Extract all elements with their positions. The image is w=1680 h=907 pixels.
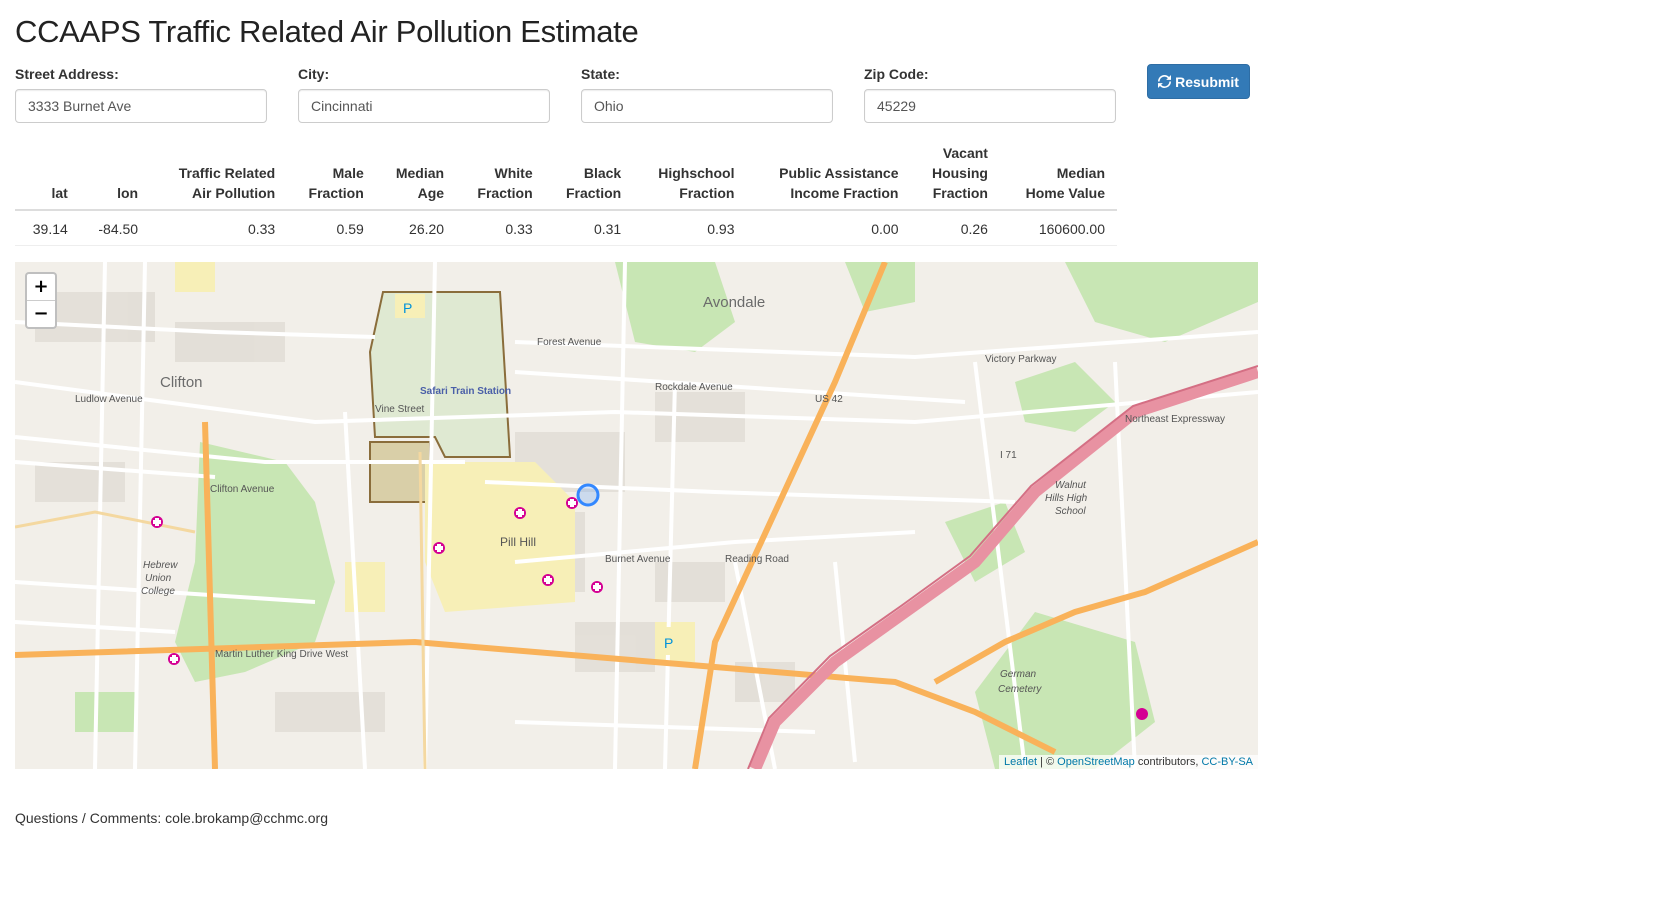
header-black-fraction: Black Fraction: [544, 143, 634, 211]
cell-highschool-fraction: 0.93: [633, 210, 747, 246]
header-lat: lat: [15, 143, 80, 211]
map-label-us42: US 42: [815, 394, 843, 405]
map-label-safari: Safari Train Station: [420, 386, 511, 397]
attribution-separator: | ©: [1037, 756, 1058, 768]
zoom-out-button[interactable]: −: [27, 301, 55, 327]
map-label-burnet: Burnet Avenue: [605, 554, 671, 565]
zip-label: Zip Code:: [864, 66, 929, 82]
zip-field: Zip Code:: [864, 66, 1116, 123]
page-title: CCAAPS Traffic Related Air Pollution Est…: [15, 14, 639, 49]
resubmit-button[interactable]: Resubmit: [1147, 64, 1250, 99]
header-trap: Traffic Related Air Pollution: [150, 143, 288, 211]
map-label-victory: Victory Parkway: [985, 354, 1057, 365]
app-root: CCAAPS Traffic Related Air Pollution Est…: [0, 0, 1680, 907]
map-label-vine: Vine Street: [375, 404, 425, 415]
license-link[interactable]: CC-BY-SA: [1201, 756, 1253, 768]
map-label-walnut: Walnut: [1055, 480, 1087, 491]
map-label-i71: I 71: [1000, 450, 1017, 461]
results-header-row: lat lon Traffic Related Air Pollution Mal…: [15, 143, 1117, 211]
header-lon: lon: [79, 143, 151, 211]
map-label-rockdale: Rockdale Avenue: [655, 382, 733, 393]
street-field: Street Address:: [15, 66, 267, 123]
cell-trap: 0.33: [150, 210, 288, 246]
results-table: lat lon Traffic Related Air Pollution Mal…: [15, 143, 1117, 246]
osm-link[interactable]: OpenStreetMap: [1057, 756, 1135, 768]
footer-contact: Questions / Comments: cole.brokamp@cchmc…: [15, 810, 328, 826]
city-field: City:: [298, 66, 550, 123]
attribution-contributors: contributors,: [1134, 756, 1202, 768]
map-label-northeast: Northeast Expressway: [1125, 414, 1225, 425]
cell-white-fraction: 0.33: [456, 210, 545, 246]
zip-input[interactable]: [864, 89, 1116, 123]
zoom-control: + −: [25, 272, 57, 329]
zoom-in-button[interactable]: +: [27, 274, 55, 301]
map-label-avondale: Avondale: [703, 294, 765, 311]
cell-median-home-value: 160600.00: [999, 210, 1117, 246]
table-row: 39.14 -84.50 0.33 0.59 26.20 0.33 0.31 0…: [15, 210, 1117, 246]
map-label-cemetery: Cemetery: [998, 684, 1042, 695]
map-label-ludlow: Ludlow Avenue: [75, 394, 143, 405]
map-label-forest: Forest Avenue: [537, 337, 602, 348]
header-male-fraction: Male Fraction: [287, 143, 376, 211]
city-label: City:: [298, 66, 330, 82]
parking-icon: P: [664, 635, 673, 651]
location-marker: [576, 483, 600, 507]
street-input[interactable]: [15, 89, 267, 123]
cell-vacant-housing: 0.26: [910, 210, 1000, 246]
map-label-hills: Hills High: [1045, 493, 1088, 504]
map-label-reading: Reading Road: [725, 554, 789, 565]
map-container[interactable]: Clifton Avondale Pill Hill Safari Train …: [15, 262, 1258, 769]
leaflet-link[interactable]: Leaflet: [1004, 756, 1037, 768]
map-label-clifton: Clifton: [160, 374, 203, 391]
map-label-school: School: [1055, 506, 1086, 517]
state-input[interactable]: [581, 89, 833, 123]
resubmit-label: Resubmit: [1175, 73, 1239, 90]
parking-icon: P: [403, 300, 412, 316]
street-label: Street Address:: [15, 66, 119, 82]
cell-male-fraction: 0.59: [287, 210, 376, 246]
cell-median-age: 26.20: [375, 210, 457, 246]
cell-lon: -84.50: [79, 210, 151, 246]
city-input[interactable]: [298, 89, 550, 123]
map-label-german: German: [1000, 669, 1037, 680]
header-highschool-fraction: Highschool Fraction: [633, 143, 747, 211]
header-median-home-value: Median Home Value: [999, 143, 1117, 211]
cell-lat: 39.14: [15, 210, 80, 246]
cell-public-assistance: 0.00: [746, 210, 911, 246]
map-tiles[interactable]: Clifton Avondale Pill Hill Safari Train …: [15, 262, 1258, 769]
map-label-union: Union: [145, 573, 172, 584]
map-label-pill-hill: Pill Hill: [500, 535, 536, 549]
header-vacant-housing: Vacant Housing Fraction: [910, 143, 1000, 211]
header-median-age: Median Age: [375, 143, 457, 211]
map-attribution: Leaflet | © OpenStreetMap contributors, …: [998, 755, 1258, 769]
state-label: State:: [581, 66, 620, 82]
header-public-assistance: Public Assistance Income Fraction: [746, 143, 911, 211]
map-label-hebrew: Hebrew: [143, 560, 178, 571]
refresh-icon: [1158, 75, 1172, 88]
state-field: State:: [581, 66, 833, 123]
map-label-mlk: Martin Luther King Drive West: [215, 649, 348, 660]
map-label-college: College: [141, 586, 175, 597]
header-white-fraction: White Fraction: [456, 143, 545, 211]
map-label-clifton-ave: Clifton Avenue: [210, 484, 275, 495]
cell-black-fraction: 0.31: [544, 210, 634, 246]
